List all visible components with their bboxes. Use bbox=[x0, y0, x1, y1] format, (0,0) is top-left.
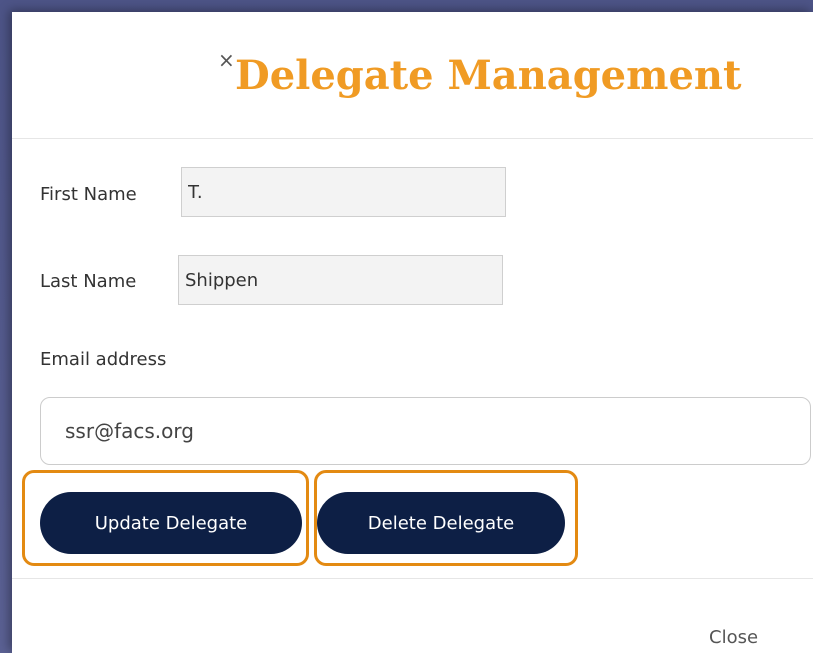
email-input[interactable] bbox=[40, 397, 811, 465]
update-delegate-button[interactable]: Update Delegate bbox=[40, 492, 302, 554]
close-icon[interactable]: × bbox=[218, 50, 235, 70]
last-name-input[interactable] bbox=[178, 255, 503, 305]
modal-header: × Delegate Management bbox=[12, 12, 813, 139]
footer-divider bbox=[12, 578, 813, 579]
first-name-input[interactable] bbox=[181, 167, 506, 217]
first-name-label: First Name bbox=[40, 184, 137, 205]
close-button[interactable]: Close bbox=[709, 627, 758, 648]
delegate-management-modal: × Delegate Management First Name Last Na… bbox=[12, 12, 813, 653]
modal-title: Delegate Management bbox=[235, 52, 742, 99]
last-name-label: Last Name bbox=[40, 271, 137, 292]
delete-delegate-button[interactable]: Delete Delegate bbox=[317, 492, 565, 554]
email-label: Email address bbox=[40, 349, 167, 370]
